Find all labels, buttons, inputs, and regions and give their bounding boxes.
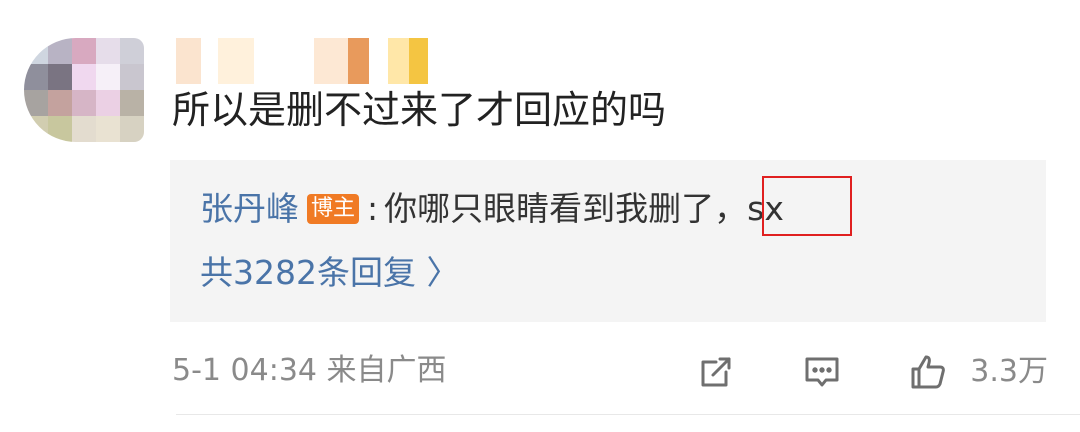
comment-icon[interactable] <box>800 350 844 394</box>
action-bar: 3.3万 <box>694 346 1048 398</box>
reply-author[interactable]: 张丹峰 <box>200 186 299 232</box>
comment-text: 所以是删不过来了才回应的吗 <box>172 88 667 132</box>
avatar[interactable] <box>24 38 144 142</box>
thumbs-up-icon[interactable] <box>906 350 950 394</box>
share-icon[interactable] <box>694 350 738 394</box>
author-badge: 博主 <box>307 194 360 224</box>
divider <box>176 414 1080 415</box>
like-count: 3.3万 <box>970 354 1048 389</box>
reply-separator: : <box>367 189 379 228</box>
reply-preview[interactable]: 张丹峰 博主 : 你哪只眼睛看到我删了，sx 共3282条回复 〉 <box>170 160 1046 322</box>
time-location: 5-1 04:34 来自广西 <box>172 353 447 388</box>
more-replies-link[interactable]: 共3282条回复 〉 <box>200 250 459 296</box>
username-pixelated[interactable] <box>176 38 428 84</box>
highlight-annotation <box>762 176 852 236</box>
reply-line: 张丹峰 博主 : 你哪只眼睛看到我删了，sx <box>200 186 784 232</box>
reply-text: 你哪只眼睛看到我删了，sx <box>384 189 784 228</box>
